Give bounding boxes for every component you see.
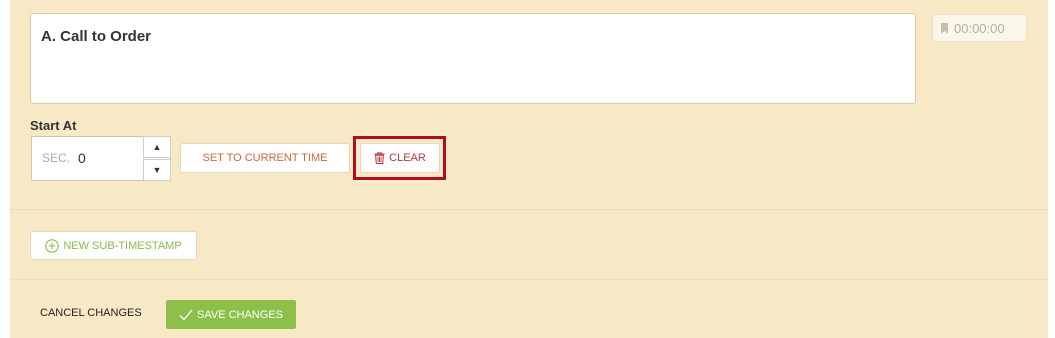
- plus-circle-icon: [45, 238, 60, 253]
- step-down-button[interactable]: ▼: [143, 159, 171, 181]
- cancel-changes-button[interactable]: CANCEL CHANGES: [40, 307, 142, 319]
- seconds-prefix: SEC.: [42, 151, 71, 165]
- new-sub-timestamp-button[interactable]: NEW SUB-TIMESTAMP: [30, 231, 197, 260]
- set-current-time-label: SET TO CURRENT TIME: [202, 152, 328, 164]
- clear-label: CLEAR: [389, 152, 426, 164]
- timestamp-display: 00:00:00: [932, 14, 1027, 42]
- caret-up-icon: ▲: [152, 142, 162, 152]
- checkmark-icon: [179, 309, 193, 320]
- caret-down-icon: ▼: [152, 165, 162, 175]
- start-at-label: Start At: [30, 118, 77, 133]
- clear-button[interactable]: CLEAR: [360, 143, 440, 173]
- seconds-input[interactable]: [78, 150, 138, 166]
- start-seconds-field[interactable]: SEC. ▲ ▼: [31, 136, 171, 181]
- timestamp-edit-panel: A. Call to Order 00:00:00 Start At SEC. …: [10, 0, 1048, 338]
- segment-title-box[interactable]: A. Call to Order: [30, 13, 916, 104]
- set-current-time-button[interactable]: SET TO CURRENT TIME: [180, 143, 350, 173]
- segment-title[interactable]: A. Call to Order: [41, 28, 151, 45]
- save-changes-button[interactable]: SAVE CHANGES: [166, 300, 296, 329]
- save-changes-label: SAVE CHANGES: [197, 308, 283, 321]
- divider: [10, 279, 1048, 280]
- seconds-stepper: ▲ ▼: [143, 136, 171, 181]
- timestamp-value: 00:00:00: [954, 20, 1005, 36]
- new-sub-timestamp-label: NEW SUB-TIMESTAMP: [63, 239, 182, 252]
- trash-icon: [374, 152, 385, 164]
- step-up-button[interactable]: ▲: [143, 136, 171, 158]
- divider: [10, 209, 1048, 210]
- bookmark-icon: [941, 22, 948, 34]
